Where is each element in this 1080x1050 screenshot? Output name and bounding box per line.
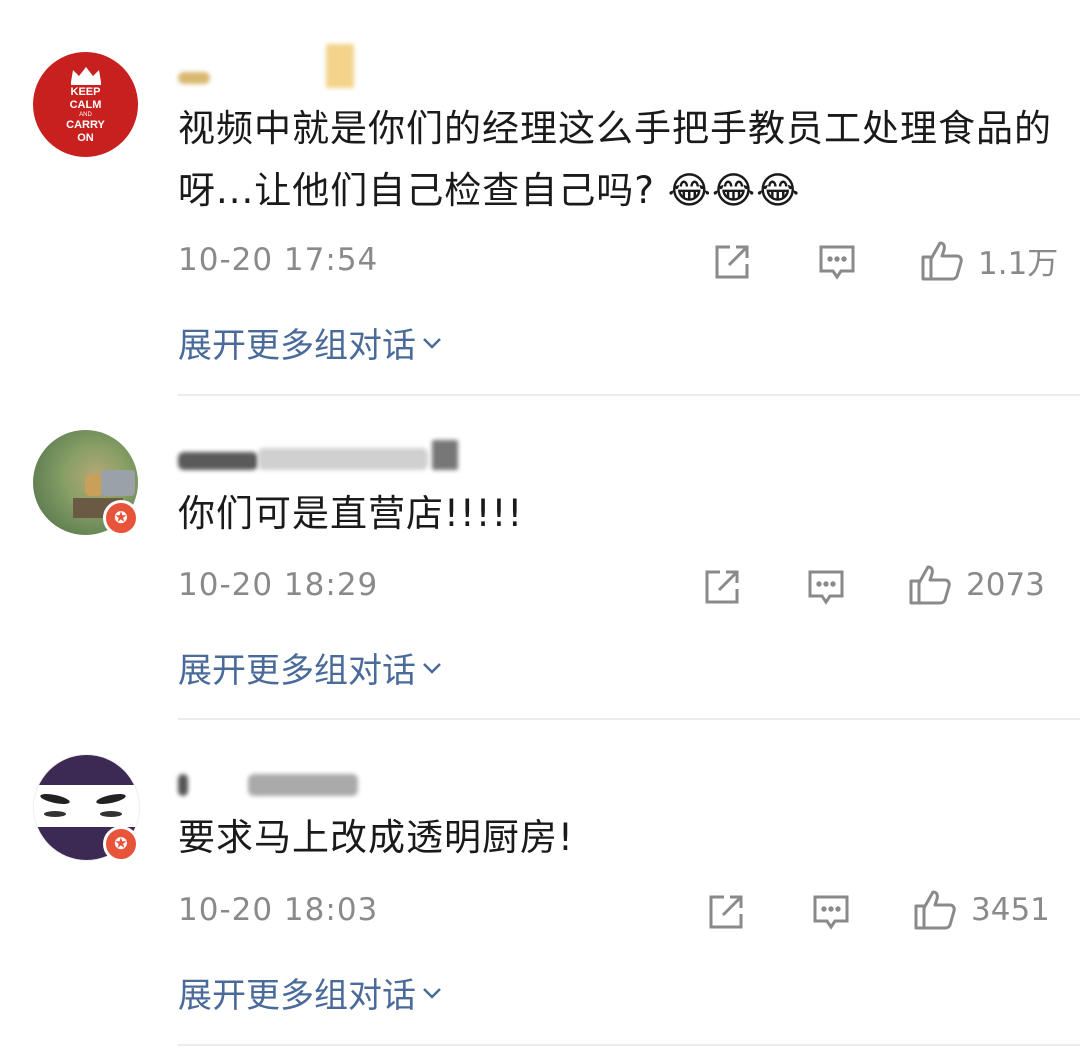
avatar-text-2: CALM (69, 99, 102, 111)
divider (178, 718, 1080, 720)
comment-text: 你们可是直营店!!!!! (178, 492, 524, 535)
vip-badge-icon: ✪ (103, 826, 139, 862)
comment-time: 10-20 18:29 (178, 567, 379, 603)
expand-conversation-link[interactable]: 展开更多组对话 (178, 968, 444, 1017)
expand-conversation-link[interactable]: 展开更多组对话 (178, 318, 444, 367)
username-redacted[interactable] (178, 440, 468, 480)
expand-label: 展开更多组对话 (178, 326, 416, 366)
avatar-text-1: KEEP (70, 86, 101, 98)
reply-button[interactable] (806, 567, 846, 607)
divider (178, 1044, 1080, 1046)
username-redacted[interactable] (178, 766, 378, 806)
share-button[interactable] (706, 892, 746, 932)
reply-button[interactable] (817, 242, 857, 282)
comment-text: 要求马上改成透明厨房! (178, 816, 574, 859)
expand-label: 展开更多组对话 (178, 976, 416, 1016)
avatar-text-3: AND (79, 112, 92, 118)
expand-label: 展开更多组对话 (178, 651, 416, 691)
chevron-down-icon (423, 662, 441, 674)
like-button[interactable]: 1.1万 (920, 238, 1058, 283)
share-button[interactable] (702, 567, 742, 607)
comment-time: 10-20 17:54 (178, 242, 379, 278)
comment-text: 视频中就是你们的经理这么手把手教员工处理食品的呀...让他们自己检查自己吗? 😂… (178, 107, 1052, 212)
chevron-down-icon (423, 337, 441, 349)
like-icon (914, 890, 956, 930)
like-count: 1.1万 (978, 246, 1059, 282)
share-icon (715, 245, 749, 279)
share-icon (705, 570, 739, 604)
comment-time: 10-20 18:03 (178, 892, 379, 928)
comment-icon (808, 570, 844, 605)
avatar-text-4: CARRY (66, 119, 105, 131)
comment-icon (819, 245, 855, 280)
expand-conversation-link[interactable]: 展开更多组对话 (178, 643, 444, 692)
like-count: 2073 (966, 567, 1045, 603)
like-icon (921, 241, 963, 280)
username-redacted[interactable] (178, 44, 368, 88)
avatar-text-5: ON (77, 132, 94, 144)
crown-icon (70, 67, 101, 85)
share-button[interactable] (712, 242, 752, 282)
comment-icon (813, 895, 849, 930)
like-icon (909, 565, 951, 605)
avatar[interactable]: KEEP CALM AND CARRY ON (33, 52, 138, 157)
reply-button[interactable] (811, 892, 851, 932)
vip-badge-icon: ✪ (103, 500, 139, 536)
like-count: 3451 (971, 892, 1050, 928)
like-button[interactable]: 3451 (913, 888, 1050, 932)
chevron-down-icon (423, 987, 441, 999)
share-icon (709, 895, 743, 929)
divider (178, 394, 1080, 396)
like-button[interactable]: 2073 (908, 563, 1045, 607)
